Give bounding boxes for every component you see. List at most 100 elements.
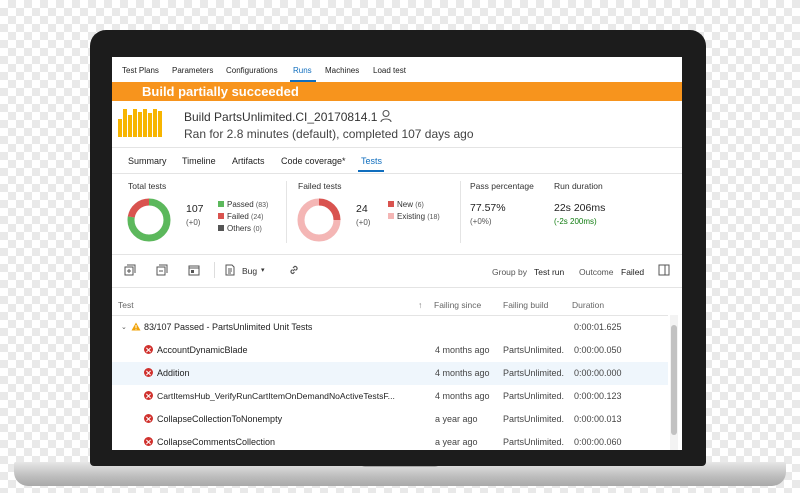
divider	[112, 254, 682, 255]
toolbar-divider	[214, 262, 215, 278]
duration: 0:00:00.060	[574, 437, 622, 447]
group-label: 83/107 Passed - PartsUnlimited Unit Test…	[144, 322, 313, 332]
test-name: CollapseCommentsCollection	[157, 437, 276, 447]
scrollbar-thumb[interactable]	[671, 325, 677, 435]
failed-tests-label: Failed tests	[298, 181, 342, 191]
legend-passed: Passed (83)	[218, 200, 268, 209]
legend-existing: Existing (18)	[388, 212, 440, 221]
outcome-label: Outcome	[579, 267, 614, 277]
build-subtitle: Ran for 2.8 minutes (default), completed…	[184, 127, 474, 141]
table-row[interactable]: AccountDynamicBlade 4 months ago PartsUn…	[112, 339, 668, 362]
failed-tests-delta: (+0)	[356, 218, 371, 227]
divider	[112, 287, 682, 288]
build-history-chart[interactable]	[118, 105, 164, 137]
failed-tests-value: 24	[356, 203, 368, 215]
legend-swatch	[218, 225, 224, 231]
failed-icon	[144, 414, 153, 423]
pass-percentage-value: 77.57%	[470, 202, 506, 214]
total-tests-donut	[127, 198, 171, 242]
total-tests-delta: (+0)	[186, 218, 201, 227]
history-bar[interactable]	[133, 109, 137, 137]
active-subtab-underline	[358, 170, 384, 172]
failing-build[interactable]: PartsUnlimited.	[503, 437, 564, 447]
duration: 0:00:00.000	[574, 368, 622, 378]
person-icon[interactable]	[380, 109, 392, 123]
history-bar[interactable]	[138, 112, 142, 137]
subtab-timeline[interactable]: Timeline	[182, 156, 216, 166]
tab-runs[interactable]: Runs	[293, 66, 312, 75]
test-name: Addition	[157, 368, 190, 378]
legend-new: New (6)	[388, 200, 424, 209]
history-bar[interactable]	[123, 109, 127, 137]
sort-up-arrow-icon[interactable]: ↑	[418, 300, 422, 310]
history-bar[interactable]	[128, 115, 132, 137]
subtab-tests[interactable]: Tests	[361, 156, 382, 166]
bug-icon[interactable]	[224, 264, 236, 276]
failing-build[interactable]: PartsUnlimited.	[503, 345, 564, 355]
table-row[interactable]: CollapseCommentsCollection a year ago Pa…	[112, 431, 668, 450]
history-bar[interactable]	[153, 109, 157, 137]
divider	[112, 173, 682, 174]
stat-divider	[286, 181, 287, 243]
history-bar[interactable]	[118, 119, 122, 137]
outcome-dropdown[interactable]: Failed	[621, 267, 644, 277]
history-bar[interactable]	[143, 109, 147, 137]
legend-swatch	[388, 201, 394, 207]
history-bar[interactable]	[148, 113, 152, 137]
failed-tests-donut	[297, 198, 341, 242]
expand-all-icon[interactable]	[124, 264, 136, 276]
bug-dropdown[interactable]: Bug	[242, 266, 257, 276]
details-pane-icon[interactable]	[658, 264, 670, 276]
subtab-artifacts[interactable]: Artifacts	[232, 156, 265, 166]
failing-build[interactable]: PartsUnlimited.	[503, 368, 564, 378]
pass-percentage-delta: (+0%)	[470, 217, 492, 226]
failing-since: 4 months ago	[435, 391, 490, 401]
legend-swatch	[388, 213, 394, 219]
column-header-failing-since[interactable]: Failing since	[434, 300, 481, 310]
table-row[interactable]: CollapseCollectionToNonempty a year ago …	[112, 408, 668, 431]
table-row[interactable]: Addition 4 months ago PartsUnlimited. 0:…	[112, 362, 668, 385]
group-row[interactable]: ⌄ 83/107 Passed - PartsUnlimited Unit Te…	[112, 316, 668, 339]
tab-test-plans[interactable]: Test Plans	[122, 66, 159, 75]
legend-others: Others (0)	[218, 224, 262, 233]
column-header-failing-build[interactable]: Failing build	[503, 300, 548, 310]
link-icon[interactable]	[288, 264, 300, 276]
run-duration-delta: (-2s 200ms)	[554, 217, 597, 226]
build-status-text: Build partially succeeded	[142, 84, 299, 99]
group-by-label: Group by	[492, 267, 527, 277]
build-title: Build PartsUnlimited.CI_20170814.1	[184, 110, 378, 124]
group-by-dropdown[interactable]: Test run	[534, 267, 564, 277]
duration: 0:00:00.123	[574, 391, 622, 401]
tab-machines[interactable]: Machines	[325, 66, 359, 75]
column-header-test[interactable]: Test	[118, 300, 134, 310]
legend-swatch	[218, 213, 224, 219]
collapse-all-icon[interactable]	[156, 264, 168, 276]
build-status-banner: Build partially succeeded	[112, 82, 682, 101]
legend-failed: Failed (24)	[218, 212, 263, 221]
chevron-down-icon[interactable]: ⌄	[121, 323, 127, 331]
subtab-summary[interactable]: Summary	[128, 156, 167, 166]
test-name: CollapseCollectionToNonempty	[157, 414, 283, 424]
app-screen: Test Plans Parameters Configurations Run…	[112, 57, 682, 450]
tab-load-test[interactable]: Load test	[373, 66, 406, 75]
subtab-code-coverage[interactable]: Code coverage*	[281, 156, 346, 166]
toggle-panel-icon[interactable]	[188, 264, 200, 276]
column-header-duration[interactable]: Duration	[572, 300, 604, 310]
chevron-down-icon[interactable]: ▾	[261, 266, 265, 274]
total-tests-value: 107	[186, 203, 204, 215]
warning-icon	[131, 322, 141, 331]
failing-since: 4 months ago	[435, 345, 490, 355]
divider	[112, 147, 682, 148]
pass-percentage-label: Pass percentage	[470, 181, 534, 191]
tab-configurations[interactable]: Configurations	[226, 66, 278, 75]
failed-icon	[144, 345, 153, 354]
failed-icon	[144, 368, 153, 377]
tab-parameters[interactable]: Parameters	[172, 66, 213, 75]
run-duration-value: 22s 206ms	[554, 202, 606, 214]
table-row[interactable]: CartItemsHub_VerifyRunCartItemOnDemandNo…	[112, 385, 668, 408]
failing-build[interactable]: PartsUnlimited.	[503, 391, 564, 401]
history-bar[interactable]	[158, 111, 162, 137]
group-duration: 0:00:01.625	[574, 322, 622, 332]
top-nav: Test Plans Parameters Configurations Run…	[112, 57, 682, 83]
failing-build[interactable]: PartsUnlimited.	[503, 414, 564, 424]
